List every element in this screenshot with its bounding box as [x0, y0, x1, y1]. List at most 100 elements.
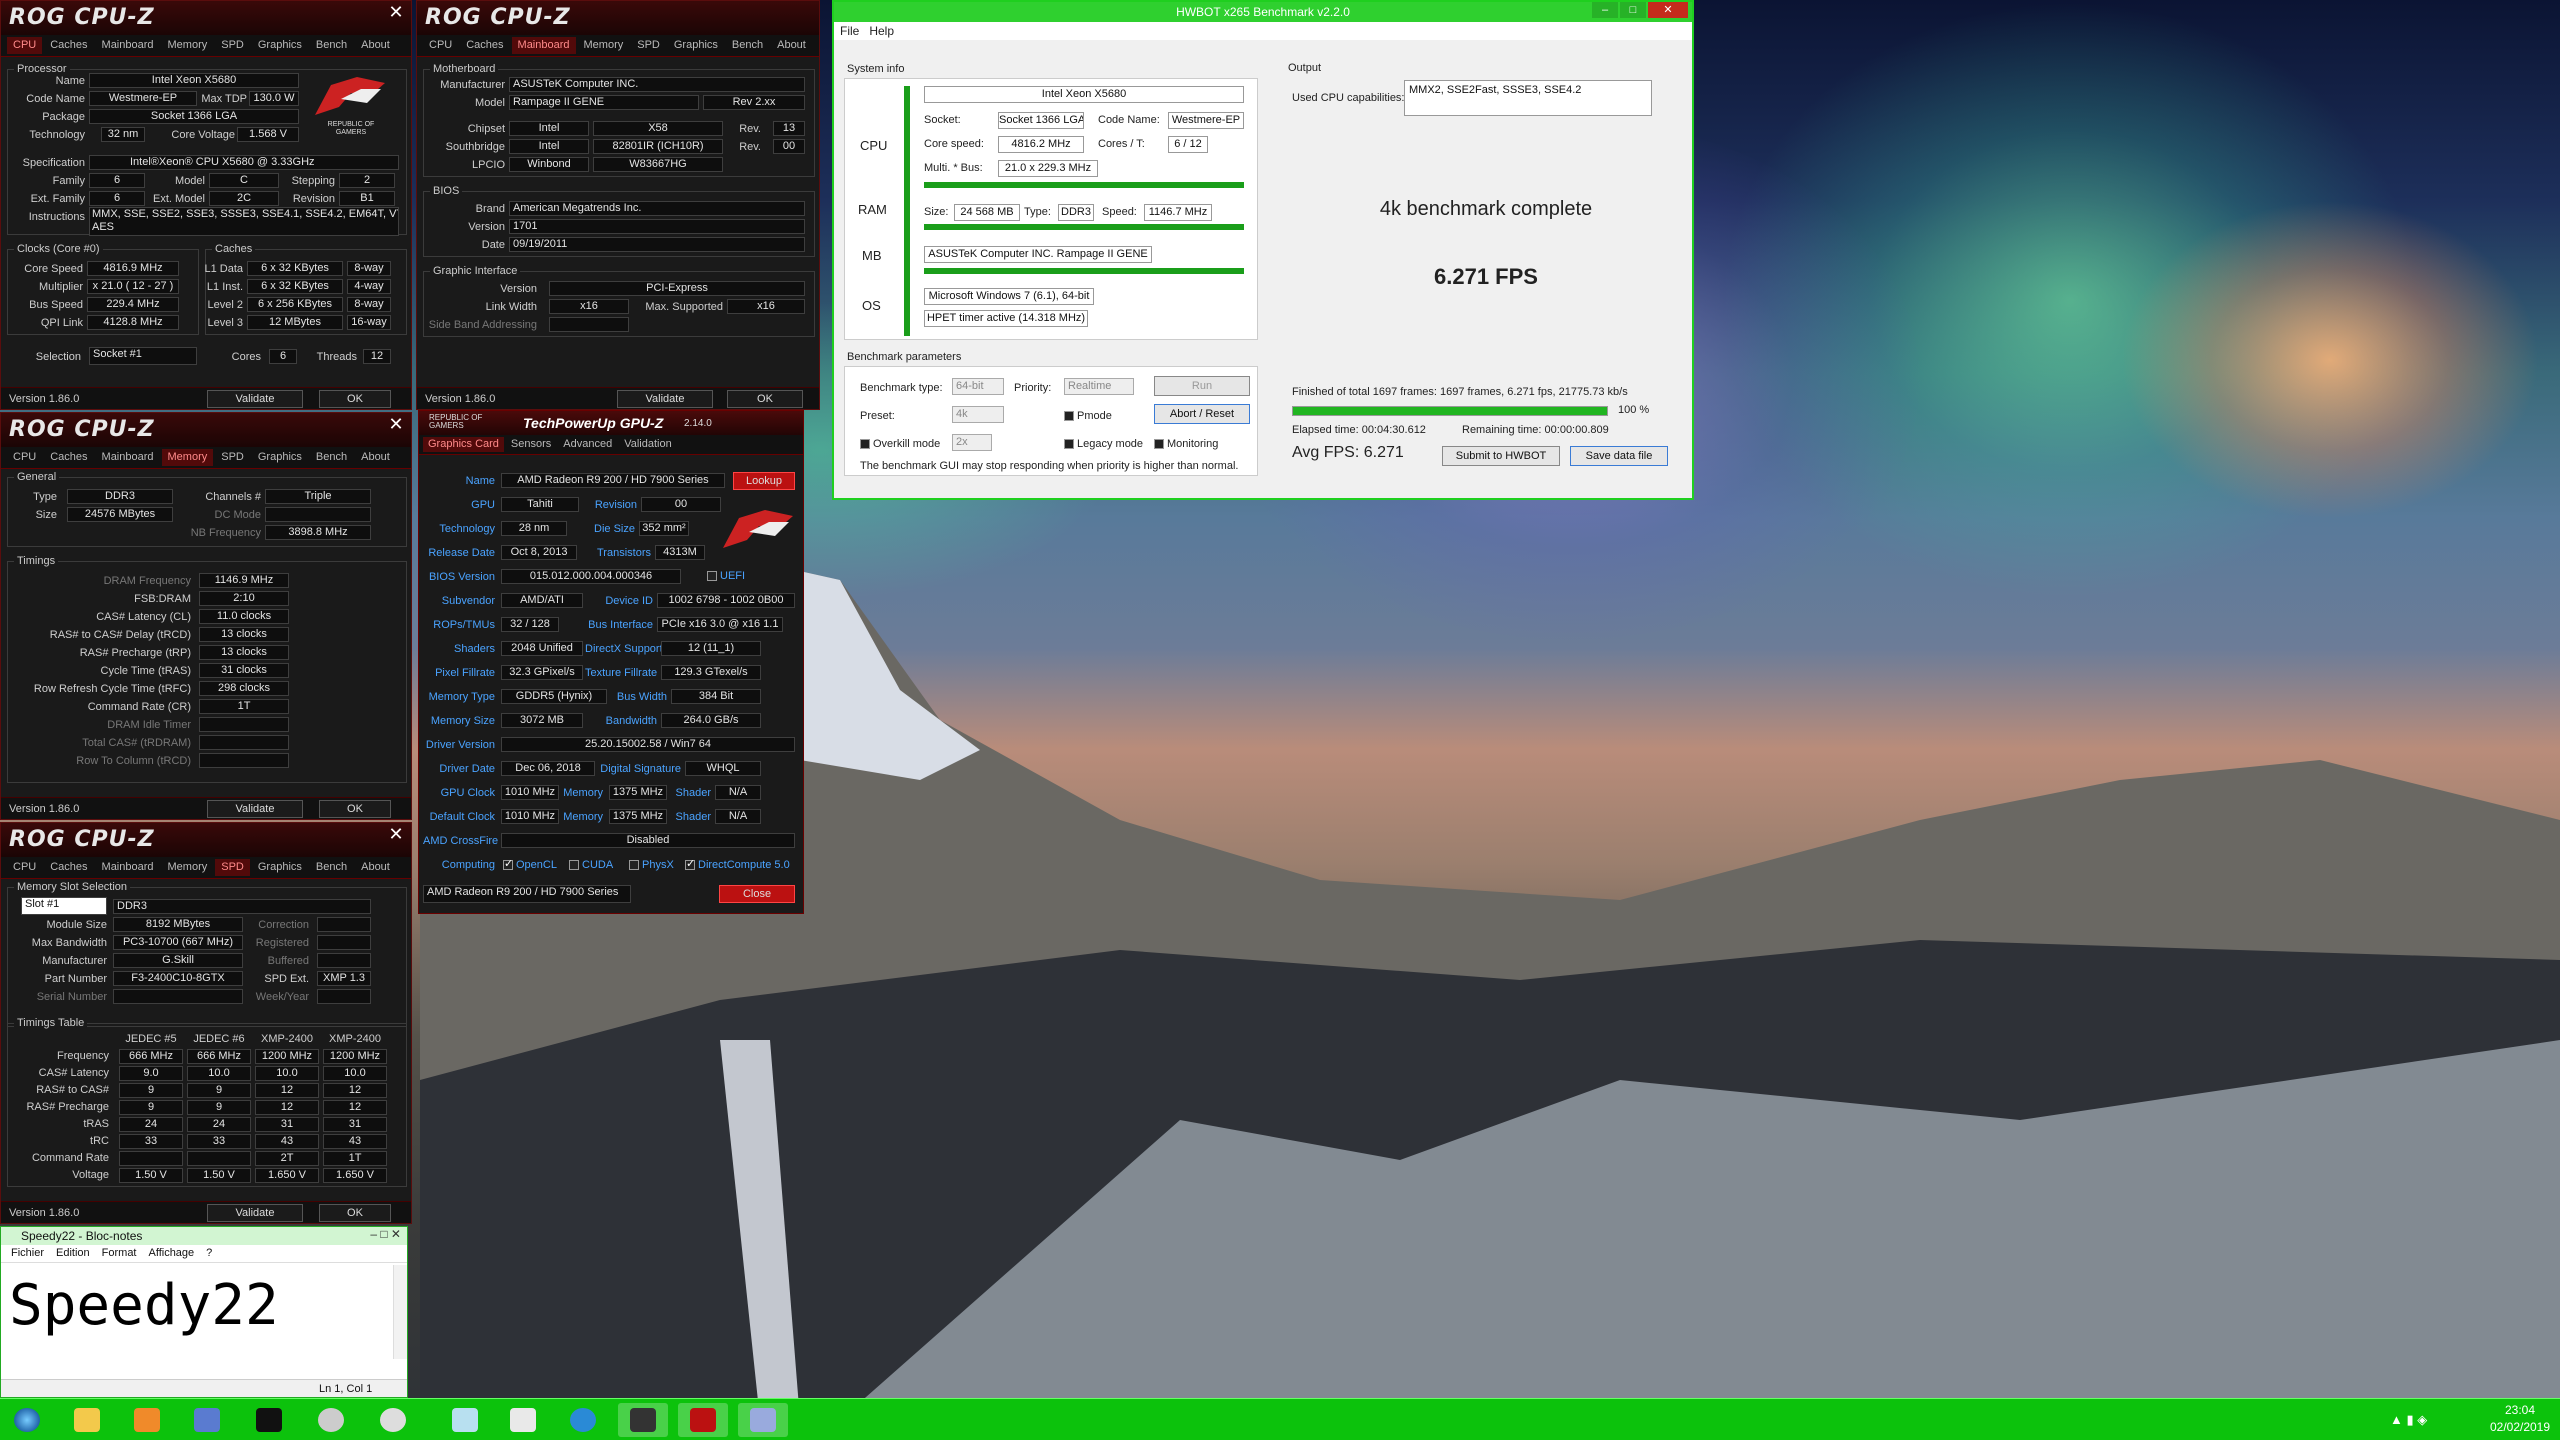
tab-mainboard[interactable]: Mainboard [511, 37, 576, 54]
save-data-file-button[interactable]: Save data file [1570, 446, 1668, 466]
tab-spd[interactable]: SPD [631, 37, 666, 54]
monitoring-checkbox[interactable]: Monitoring [1154, 438, 1218, 450]
menu-format[interactable]: Format [102, 1247, 137, 1260]
tab-cpu[interactable]: CPU [7, 37, 43, 54]
tab-cpu[interactable]: CPU [7, 449, 42, 466]
tab-spd[interactable]: SPD [215, 37, 250, 54]
ok-button[interactable]: OK [727, 390, 803, 408]
close-button[interactable]: Close [719, 885, 795, 903]
taskbar-cmd[interactable] [244, 1403, 294, 1437]
gpu-select[interactable]: AMD Radeon R9 200 / HD 7900 Series [423, 885, 631, 903]
cpuz-mb-titlebar[interactable]: ROG CPU-Z [417, 1, 819, 35]
overkill-checkbox[interactable]: Overkill mode [860, 438, 940, 450]
hwbot-titlebar[interactable]: HWBOT x265 Benchmark v2.2.0 – □ ✕ [834, 2, 1692, 22]
ok-button[interactable]: OK [319, 800, 391, 818]
tab-graphics-card[interactable]: Graphics Card [423, 437, 504, 452]
tab-graphics[interactable]: Graphics [252, 859, 308, 876]
tab-mainboard[interactable]: Mainboard [96, 449, 160, 466]
vertical-scrollbar[interactable] [393, 1265, 407, 1359]
start-button[interactable] [6, 1403, 48, 1437]
lookup-button[interactable]: Lookup [733, 472, 795, 490]
close-icon[interactable]: ✕ [385, 825, 407, 845]
tab-mainboard[interactable]: Mainboard [96, 859, 160, 876]
window-controls[interactable]: – □ ✕ [370, 1227, 401, 1241]
tab-bench[interactable]: Bench [310, 37, 353, 54]
taskbar-hwbot[interactable] [618, 1403, 668, 1437]
tab-bench[interactable]: Bench [310, 449, 353, 466]
tab-graphics[interactable]: Graphics [252, 37, 308, 54]
taskbar-network[interactable] [182, 1403, 232, 1437]
taskbar-calc[interactable] [498, 1403, 548, 1437]
tab-validation[interactable]: Validation [619, 437, 677, 452]
menu-help[interactable]: Help [869, 24, 894, 38]
tab-about[interactable]: About [355, 859, 396, 876]
maximize-icon[interactable]: □ [1620, 2, 1646, 18]
cpuz-spd-titlebar[interactable]: ROG CPU-Z ✕ [1, 823, 411, 857]
taskbar-cpuz[interactable] [678, 1403, 728, 1437]
tab-about[interactable]: About [355, 37, 396, 54]
ok-button[interactable]: OK [319, 390, 391, 408]
socket-select[interactable]: Socket #1 [89, 347, 197, 365]
tab-caches[interactable]: Caches [44, 37, 93, 54]
tab-memory[interactable]: Memory [162, 37, 214, 54]
taskbar-explorer[interactable] [62, 1403, 112, 1437]
tray-icons[interactable]: ▲ ▮ ◈ [2390, 1412, 2427, 1428]
tab-caches[interactable]: Caches [44, 859, 93, 876]
gpuz-titlebar[interactable]: REPUBLIC OF GAMERS TechPowerUp GPU-Z 2.1… [419, 411, 803, 435]
dcomp-checkbox[interactable]: DirectCompute 5.0 [685, 857, 790, 871]
cpuz-mem-titlebar[interactable]: ROG CPU-Z ✕ [1, 413, 411, 447]
close-icon[interactable]: ✕ [1648, 2, 1688, 18]
menu-edition[interactable]: Edition [56, 1247, 90, 1260]
taskbar-notepad-pin[interactable] [440, 1403, 490, 1437]
slot-select[interactable]: Slot #1 [21, 897, 107, 915]
benchmark-type-select[interactable]: 64-bit [952, 378, 1004, 395]
preset-select[interactable]: 4k [952, 406, 1004, 423]
tab-memory[interactable]: Memory [161, 449, 214, 466]
ok-button[interactable]: OK [319, 1204, 391, 1222]
tab-caches[interactable]: Caches [460, 37, 509, 54]
menu-fichier[interactable]: Fichier [11, 1247, 44, 1260]
menu-affichage[interactable]: Affichage [149, 1247, 195, 1260]
physx-checkbox[interactable]: PhysX [629, 859, 674, 871]
tab-bench[interactable]: Bench [310, 859, 353, 876]
abort-reset-button[interactable]: Abort / Reset [1154, 404, 1250, 424]
taskbar-notepad[interactable] [738, 1403, 788, 1437]
opencl-checkbox[interactable]: OpenCL [503, 857, 557, 871]
tab-spd[interactable]: SPD [215, 449, 250, 466]
notepad-titlebar[interactable]: Speedy22 - Bloc-notes – □ ✕ [1, 1227, 407, 1245]
tab-mainboard[interactable]: Mainboard [96, 37, 160, 54]
taskbar-media[interactable] [122, 1403, 172, 1437]
pmode-checkbox[interactable]: Pmode [1064, 410, 1112, 422]
close-icon[interactable]: ✕ [385, 415, 407, 435]
tab-bench[interactable]: Bench [726, 37, 769, 54]
close-icon[interactable]: ✕ [385, 3, 407, 23]
uefi-checkbox[interactable]: UEFI [707, 570, 745, 582]
tab-cpu[interactable]: CPU [423, 37, 458, 54]
run-button[interactable]: Run [1154, 376, 1250, 396]
legacy-checkbox[interactable]: Legacy mode [1064, 438, 1143, 450]
validate-button[interactable]: Validate [207, 800, 303, 818]
tab-spd[interactable]: SPD [215, 859, 250, 876]
tab-memory[interactable]: Memory [162, 859, 214, 876]
tab-about[interactable]: About [355, 449, 396, 466]
cuda-checkbox[interactable]: CUDA [569, 859, 613, 871]
validate-button[interactable]: Validate [207, 390, 303, 408]
tab-about[interactable]: About [771, 37, 812, 54]
cpuz-cpu-titlebar[interactable]: ROG CPU-Z ✕ [1, 1, 411, 35]
submit-hwbot-button[interactable]: Submit to HWBOT [1442, 446, 1560, 466]
taskbar-app2[interactable] [368, 1403, 418, 1437]
tab-sensors[interactable]: Sensors [506, 437, 556, 452]
tab-graphics[interactable]: Graphics [252, 449, 308, 466]
tab-caches[interactable]: Caches [44, 449, 93, 466]
priority-select[interactable]: Realtime [1064, 378, 1134, 395]
tab-memory[interactable]: Memory [578, 37, 630, 54]
tab-advanced[interactable]: Advanced [558, 437, 617, 452]
overkill-select[interactable]: 2x [952, 434, 992, 451]
validate-button[interactable]: Validate [617, 390, 713, 408]
clock-time[interactable]: 23:04 [2490, 1403, 2550, 1417]
validate-button[interactable]: Validate [207, 1204, 303, 1222]
tab-graphics[interactable]: Graphics [668, 37, 724, 54]
tab-cpu[interactable]: CPU [7, 859, 42, 876]
clock-date[interactable]: 02/02/2019 [2482, 1420, 2558, 1434]
menu-file[interactable]: File [840, 24, 859, 38]
